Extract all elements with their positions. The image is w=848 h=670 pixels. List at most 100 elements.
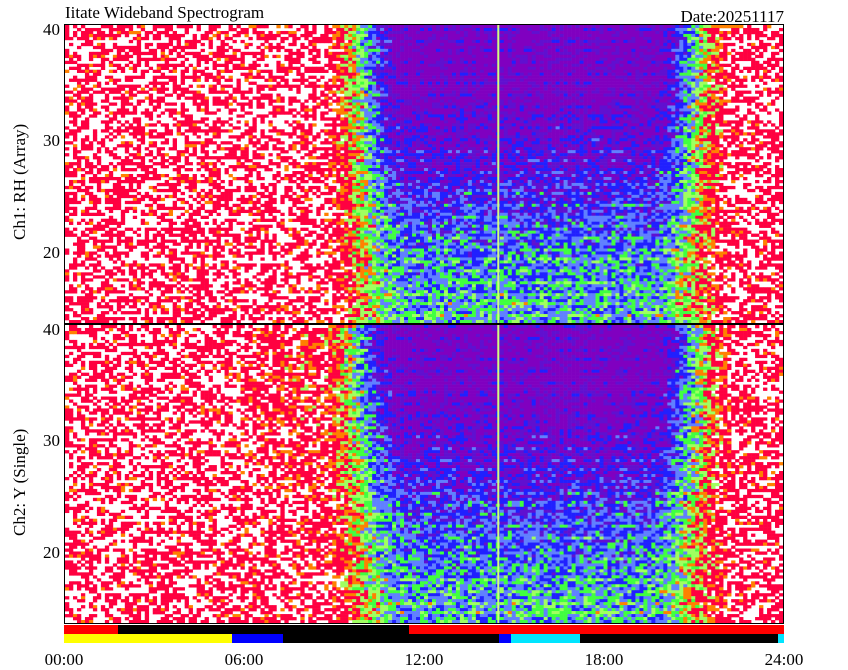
spectrogram-cell	[128, 96, 134, 100]
spectrogram-cell	[212, 27, 217, 32]
spectrogram-cell	[256, 30, 261, 35]
spectrogram-cell	[120, 96, 126, 100]
spectrogram-cell	[587, 27, 592, 32]
spectrogram-cell	[615, 126, 620, 130]
spectrogram-cell	[344, 105, 349, 109]
spectrogram-cell	[328, 51, 333, 56]
spectrogram-cell	[571, 90, 576, 94]
spectrogram-cell	[735, 57, 740, 62]
spectrogram-cell	[380, 30, 385, 35]
spectrogram-cell	[479, 102, 485, 106]
spectrogram-cell	[188, 90, 193, 94]
spectrogram-cell	[659, 75, 664, 79]
spectrogram-cell	[703, 93, 708, 97]
spectrogram-cell	[424, 120, 429, 124]
spectrogram-cell	[719, 90, 724, 94]
spectrogram-cell	[424, 63, 429, 68]
spectrogram-cell	[559, 42, 564, 47]
spectrogram-cell	[619, 72, 624, 76]
spectrogram-cell	[623, 108, 628, 112]
spectrogram-cell	[455, 123, 461, 127]
spectrogram-cell	[603, 84, 608, 88]
spectrogram-cell	[300, 63, 305, 68]
spectrogram-cell	[651, 60, 656, 65]
spectrogram-cell	[455, 126, 461, 130]
spectrogram-cell	[651, 84, 656, 88]
spectrogram-cell	[260, 96, 265, 100]
spectrogram-cell	[603, 123, 608, 127]
spectrogram-cell	[483, 129, 489, 133]
spectrogram-cell	[523, 57, 529, 62]
spectrogram-cell	[427, 93, 433, 97]
spectrogram-cell	[420, 30, 425, 35]
spectrogram-cell	[603, 72, 608, 76]
spectrogram-cell	[200, 72, 205, 76]
spectrogram-cell	[80, 36, 86, 41]
spectrogram-cell	[515, 25, 521, 29]
spectrogram-cell	[603, 69, 608, 73]
spectrogram-cell	[583, 84, 588, 88]
spectrogram-cell	[591, 129, 596, 133]
spectrogram-cell	[180, 114, 185, 118]
spectrogram-cell	[559, 123, 564, 127]
spectrogram-cell	[491, 78, 497, 82]
spectrogram-cell	[392, 84, 397, 88]
spectrogram-cell	[583, 42, 588, 47]
spectrogram-cell	[336, 54, 341, 59]
spectrogram-cell	[439, 45, 445, 50]
spectrogram-cell	[615, 90, 620, 94]
spectrogram-cell	[535, 54, 540, 59]
spectrogram-cell	[539, 129, 544, 133]
spectrogram-cell	[100, 63, 106, 68]
spectrogram-cell	[300, 54, 305, 59]
spectrogram-cell	[491, 57, 497, 62]
spectrogram-cell	[340, 99, 345, 103]
spectrogram-cell	[763, 42, 768, 47]
spectrogram-cell	[595, 39, 600, 44]
spectrogram-cell	[380, 93, 385, 97]
spectrogram-cell	[320, 75, 325, 79]
spectrogram-cell	[587, 45, 592, 50]
spectrogram-cell	[699, 30, 704, 35]
spectrogram-cell	[408, 54, 413, 59]
spectrogram-cell	[675, 75, 680, 79]
spectrogram-cell	[579, 60, 584, 65]
spectrogram-cell	[120, 27, 126, 32]
spectrogram-cell	[663, 102, 668, 106]
spectrogram-cell	[575, 90, 580, 94]
spectrogram-cell	[775, 72, 780, 76]
spectrogram-cell	[619, 42, 624, 47]
spectrogram-cell	[296, 87, 301, 91]
spectrogram-cell	[531, 99, 536, 103]
spectrogram-cell	[164, 60, 170, 65]
spectrogram-cell	[196, 25, 201, 29]
spectrogram-cell	[695, 57, 700, 62]
spectrogram-cell	[435, 51, 441, 56]
spectrogram-cell	[431, 96, 437, 100]
spectrogram-cell	[691, 123, 696, 127]
spectrogram-cell	[308, 75, 313, 79]
spectrogram-cell	[675, 54, 680, 59]
spectrogram-cell	[388, 36, 393, 41]
spectrogram-cell	[188, 51, 193, 56]
spectrogram-cell	[599, 108, 604, 112]
spectrogram-cell	[443, 117, 449, 121]
spectrogram-cell	[280, 45, 285, 50]
spectrogram-cell	[340, 87, 345, 91]
spectrogram-cell	[80, 78, 86, 82]
spectrogram-cell	[507, 123, 513, 127]
spectrogram-cell	[719, 63, 724, 68]
spectrogram-cell	[324, 27, 329, 32]
spectrogram-cell	[412, 25, 417, 29]
spectrogram-cell	[268, 87, 273, 91]
spectrogram-cell	[232, 96, 237, 100]
spectrogram-cell	[547, 93, 552, 97]
spectrogram-cell	[711, 36, 716, 41]
spectrogram-cell	[587, 66, 592, 70]
spectrogram-cell	[416, 69, 421, 73]
spectrogram-cell	[683, 120, 688, 124]
spectrogram-cell	[559, 63, 564, 68]
spectrogram-cell	[735, 126, 740, 130]
spectrogram-cell	[659, 27, 664, 32]
spectrogram-cell	[388, 96, 393, 100]
